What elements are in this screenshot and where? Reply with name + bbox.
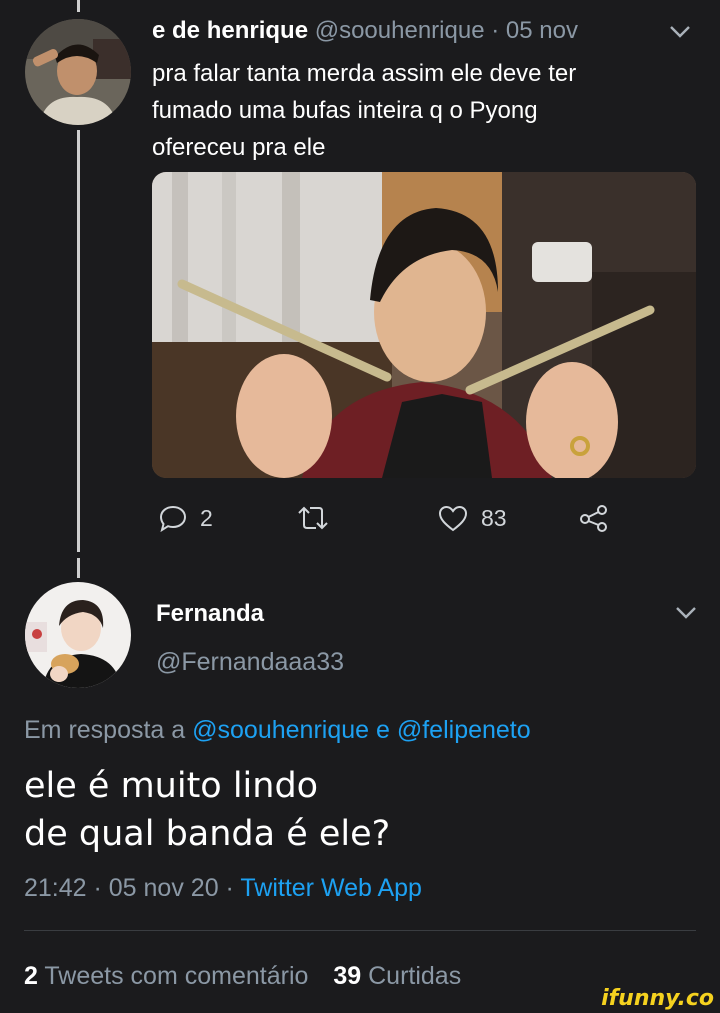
- tweet-timestamp[interactable]: 21:42 · 05 nov 20 ·: [24, 874, 234, 902]
- avatar[interactable]: [25, 582, 131, 688]
- reply-button[interactable]: 2: [158, 503, 213, 533]
- reply-icon: [159, 505, 187, 533]
- likes-label: Curtidas: [368, 962, 462, 990]
- reply-and-text: e: [376, 716, 390, 744]
- tweet-text-line: pra falar tanta merda assim ele deve ter: [152, 60, 577, 87]
- tweet-meta: 21:42 · 05 nov 20 · Twitter Web App: [24, 874, 422, 903]
- tweet-media-image[interactable]: [152, 172, 696, 478]
- tweet-text-line: fumado uma bufas inteira q o Pyong: [152, 97, 538, 124]
- like-button[interactable]: 83: [437, 503, 507, 533]
- retweet-button[interactable]: [296, 503, 330, 533]
- quote-tweets-stat[interactable]: 2 Tweets com comentário: [24, 962, 315, 990]
- tweet-text-line: de qual banda é ele?: [24, 814, 391, 854]
- tweet-header: e de henrique @soouhenrique · 05 nov: [152, 17, 578, 45]
- likes-stat[interactable]: 39 Curtidas: [333, 962, 461, 990]
- tweet-text: ele é muito lindo de qual banda é ele?: [24, 762, 390, 858]
- share-button[interactable]: [578, 503, 610, 533]
- reply-count: 2: [200, 504, 213, 531]
- reply-prefix: Em resposta a: [24, 716, 186, 744]
- tweet-text-line: ofereceu pra ele: [152, 134, 326, 161]
- heart-icon: [438, 505, 468, 532]
- reply-context: Em resposta a @soouhenrique e @felipenet…: [24, 716, 531, 745]
- retweet-icon: [298, 506, 328, 530]
- chevron-down-icon[interactable]: [669, 25, 691, 39]
- display-name[interactable]: e de henrique: [152, 17, 308, 44]
- tweet-stats: 2 Tweets com comentário 39 Curtidas: [24, 962, 461, 991]
- quote-tweets-count: 2: [24, 962, 38, 990]
- display-name[interactable]: Fernanda: [156, 600, 264, 628]
- reply-mention-link[interactable]: @soouhenrique: [192, 716, 369, 744]
- handle[interactable]: @soouhenrique: [315, 17, 485, 44]
- watermark-logo: ifunny.co: [601, 986, 714, 1011]
- tweet-text-line: ele é muito lindo: [24, 766, 319, 806]
- reply-mention-link[interactable]: @felipeneto: [397, 716, 531, 744]
- divider: [24, 930, 696, 931]
- avatar[interactable]: [25, 19, 131, 125]
- thread-line-bottom: [77, 558, 80, 578]
- chevron-down-icon[interactable]: [675, 606, 697, 620]
- tweet-date[interactable]: · 05 nov: [491, 17, 578, 44]
- like-count: 83: [481, 504, 507, 531]
- thread-line-top: [77, 0, 80, 12]
- likes-count: 39: [333, 962, 362, 990]
- thread-line-middle: [77, 130, 80, 552]
- tweet-text: pra falar tanta merda assim ele deve ter…: [152, 55, 576, 166]
- share-icon: [580, 505, 607, 532]
- quote-tweets-label: Tweets com comentário: [44, 962, 309, 990]
- tweet-source-link[interactable]: Twitter Web App: [240, 874, 422, 902]
- handle[interactable]: @Fernandaaa33: [156, 648, 344, 677]
